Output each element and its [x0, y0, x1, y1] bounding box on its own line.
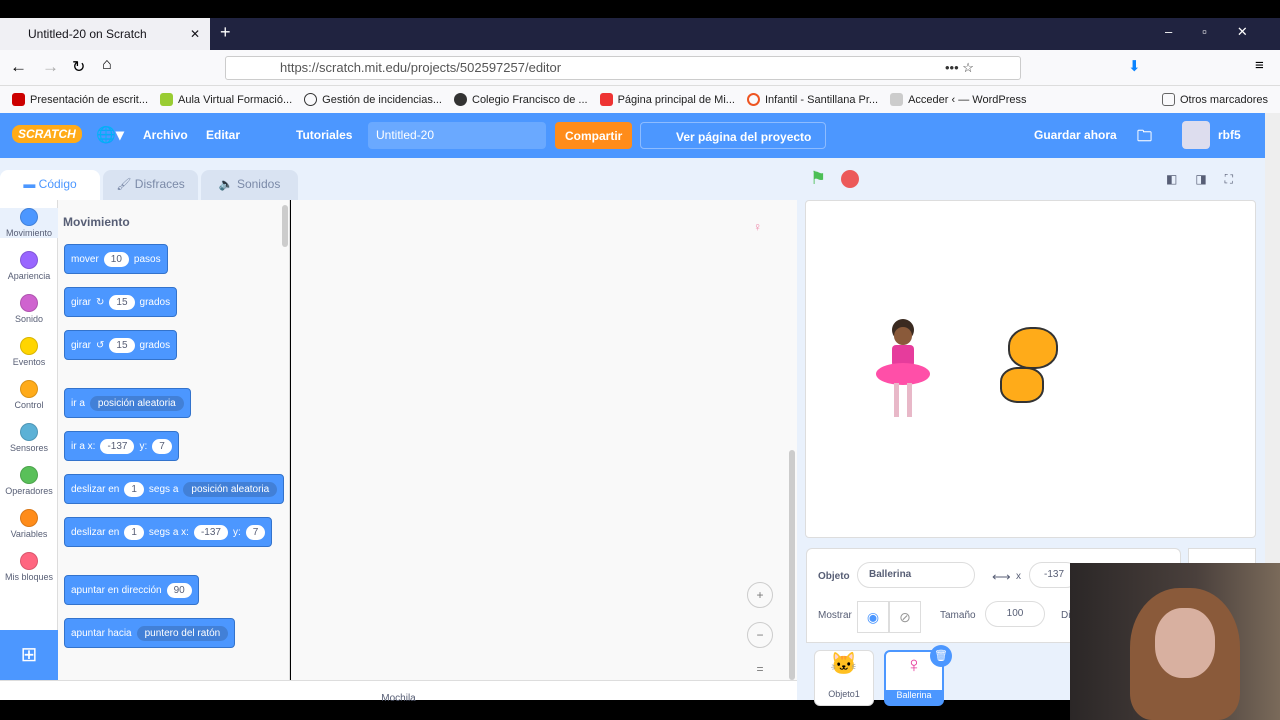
stage-size-controls[interactable]: ◧◨⛶ — [1166, 172, 1251, 187]
download-icon[interactable]: ⬇ — [1128, 57, 1141, 75]
bookmark[interactable]: Aula Virtual Formació... — [160, 93, 292, 106]
block-turn-right[interactable]: girar ↻ 15 grados — [64, 287, 178, 317]
menu-tutoriales[interactable]: Tutoriales — [296, 128, 352, 142]
add-extension-button[interactable]: ⊞ — [0, 630, 58, 680]
bookmark[interactable]: Infantil - Santillana Pr... — [746, 93, 878, 106]
tab-costumes[interactable]: 🖌 Disfraces — [103, 170, 198, 200]
block-move-steps[interactable]: mover 10 pasos — [64, 244, 168, 274]
bookmark[interactable]: Página principal de Mi... — [599, 93, 735, 106]
block-point-towards[interactable]: apuntar hacia puntero del ratón — [64, 618, 236, 648]
x-arrows-icon: ⟷ — [992, 569, 1011, 584]
script-area[interactable]: ♀ + − = — [291, 200, 797, 680]
x-label: x — [1016, 571, 1021, 582]
backpack[interactable]: Mochila — [0, 680, 797, 704]
delete-sprite-icon[interactable]: 🗑 — [930, 645, 952, 667]
tab-sounds[interactable]: 🔈 Sonidos — [201, 170, 298, 200]
bookmark[interactable]: Presentación de escrit... — [12, 93, 148, 106]
ballerina-sprite[interactable] — [874, 319, 932, 421]
sprite-thumb-objeto1[interactable]: 🐱 Objeto1 — [814, 650, 874, 706]
category-sonido[interactable]: Sonido — [0, 294, 58, 324]
show-label: Mostrar — [818, 610, 852, 621]
block-glide-to[interactable]: deslizar en 1 segs a posición aleatoria — [64, 474, 285, 504]
zoom-reset-icon[interactable]: = — [747, 662, 773, 680]
scratch-menu-bar: SCRATCH 🌐▾ Archivo Editar Tutoriales Unt… — [0, 113, 1265, 158]
browser-tab[interactable]: Untitled-20 on Scratch ✕ — [0, 18, 210, 50]
avatar[interactable] — [1182, 121, 1210, 149]
window-controls[interactable]: –▫✕ — [1165, 24, 1278, 40]
palette-scrollbar[interactable] — [282, 205, 288, 247]
forward-icon[interactable]: → — [42, 57, 59, 77]
bookmark[interactable]: Acceder ‹ — WordPress — [890, 93, 1026, 106]
size-label: Tamaño — [940, 610, 976, 621]
bookmark[interactable]: Gestión de incidencias... — [304, 93, 442, 106]
category-variables[interactable]: Variables — [0, 509, 58, 539]
category-control[interactable]: Control — [0, 380, 58, 410]
other-bookmarks[interactable]: Otros marcadores — [1161, 93, 1268, 106]
block-go-to-xy[interactable]: ir a x: -137 y: 7 — [64, 431, 179, 461]
url-bar[interactable]: https://scratch.mit.edu/projects/5025972… — [225, 56, 1021, 80]
menu-icon[interactable]: ≡ — [1255, 57, 1264, 74]
block-go-to[interactable]: ir a posición aleatoria — [64, 388, 191, 418]
stop-icon[interactable] — [841, 170, 859, 188]
sprite-ghost-icon: ♀ — [753, 220, 762, 234]
hide-eye-icon[interactable]: ⊘ — [889, 601, 921, 633]
reload-icon[interactable]: ↻ — [72, 57, 85, 77]
tab-title: Untitled-20 on Scratch — [28, 27, 147, 41]
category-sensores[interactable]: Sensores — [0, 423, 58, 453]
webcam-overlay — [1070, 563, 1280, 720]
language-globe-icon[interactable]: 🌐▾ — [96, 125, 124, 145]
stage[interactable] — [805, 200, 1256, 538]
project-title-input[interactable]: Untitled-20 — [368, 122, 546, 149]
tab-code[interactable]: ▬ Código — [0, 170, 100, 200]
back-icon[interactable]: ← — [10, 57, 27, 77]
home-icon[interactable]: ⌂ — [102, 56, 112, 74]
see-project-page-button[interactable]: Ver página del proyecto — [640, 122, 827, 149]
save-now-button[interactable]: Guardar ahora — [1034, 128, 1117, 142]
menu-archivo[interactable]: Archivo — [143, 128, 188, 142]
page-actions-icon[interactable]: ••• ☆ — [945, 60, 974, 76]
category-mis-bloques[interactable]: Mis bloques — [0, 552, 58, 582]
my-stuff-folder-icon[interactable]: 🗀 — [1137, 126, 1152, 151]
share-button[interactable]: Compartir — [555, 122, 633, 149]
size-input[interactable]: 100 — [985, 601, 1045, 627]
category-eventos[interactable]: Eventos — [0, 337, 58, 367]
block-glide-to-xy[interactable]: deslizar en 1 segs a x: -137 y: 7 — [64, 517, 273, 547]
category-operadores[interactable]: Operadores — [0, 466, 58, 496]
show-eye-icon[interactable]: ◉ — [857, 601, 889, 633]
category-movimiento[interactable]: Movimiento — [0, 208, 58, 238]
new-tab-icon[interactable]: + — [220, 22, 231, 43]
bookmark[interactable]: Colegio Francisco de ... — [454, 93, 588, 106]
object-label: Objeto — [818, 571, 850, 582]
green-flag-icon[interactable]: ⚑ — [810, 168, 828, 188]
user-menu[interactable]: rbf5 — [1218, 128, 1241, 142]
palette-heading: Movimiento — [63, 215, 130, 229]
script-scrollbar[interactable] — [789, 450, 795, 680]
menu-editar[interactable]: Editar — [206, 128, 240, 142]
block-turn-left[interactable]: girar ↺ 15 grados — [64, 330, 178, 360]
block-point-direction[interactable]: apuntar en dirección 90 — [64, 575, 199, 605]
close-tab-icon[interactable]: ✕ — [190, 27, 200, 41]
bookmarks-bar: Presentación de escrit... Aula Virtual F… — [0, 86, 1280, 113]
cat-sprite[interactable] — [986, 323, 1076, 418]
category-menu: Movimiento Apariencia Sonido Eventos Con… — [0, 200, 58, 680]
category-apariencia[interactable]: Apariencia — [0, 251, 58, 281]
zoom-in-icon[interactable]: + — [747, 582, 773, 608]
sprite-name-input[interactable]: Ballerina — [857, 562, 975, 588]
rotate-right-icon: ↻ — [96, 296, 105, 308]
zoom-out-icon[interactable]: − — [747, 622, 773, 648]
scratch-logo[interactable]: SCRATCH — [12, 125, 82, 143]
rotate-left-icon: ↺ — [96, 339, 105, 351]
